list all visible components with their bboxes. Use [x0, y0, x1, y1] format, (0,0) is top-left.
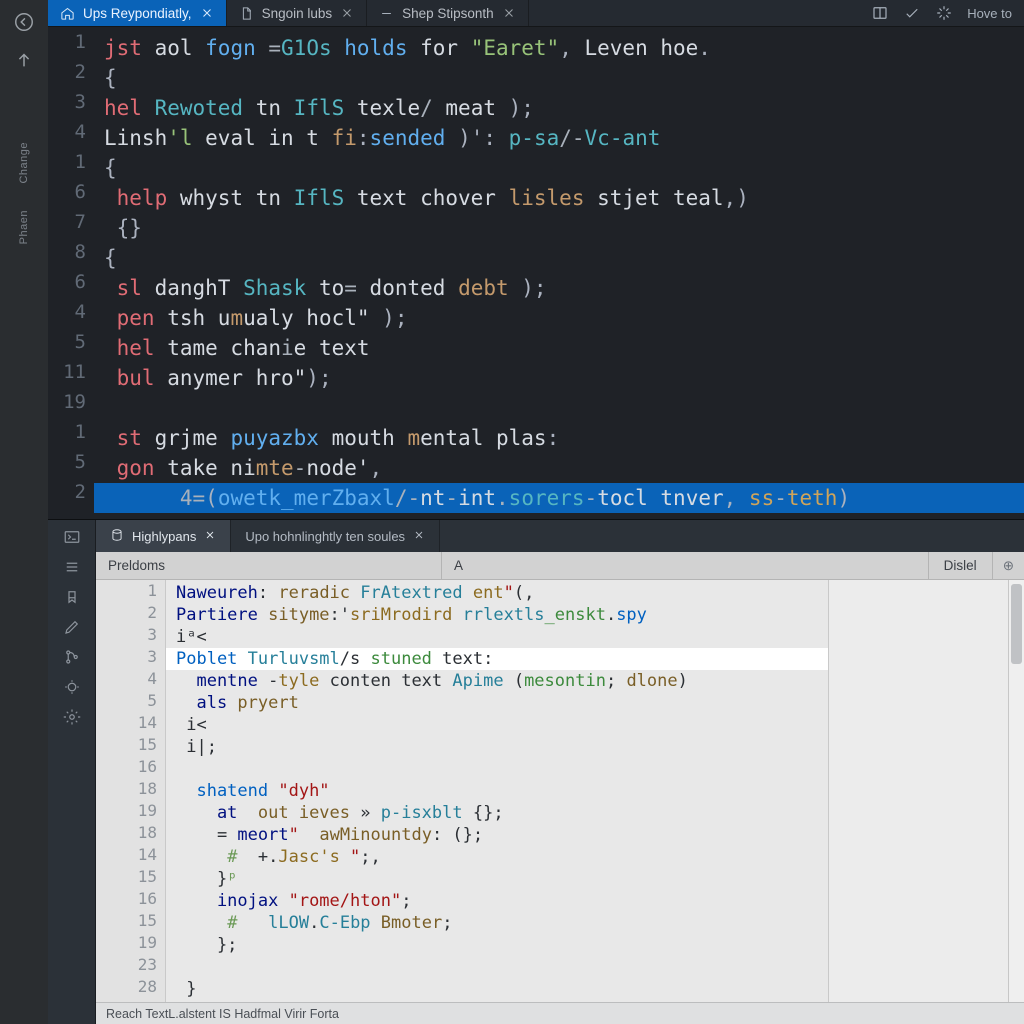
close-icon[interactable] — [502, 6, 516, 20]
editor-dark[interactable]: 123416786451119152 jst aol fogn =G1Os ho… — [48, 27, 1024, 519]
close-icon[interactable] — [413, 529, 425, 544]
bookmark-icon[interactable] — [61, 584, 83, 610]
panel-editor[interactable]: 12334514151618191814151615192328 Naweure… — [96, 580, 1024, 1002]
close-icon[interactable] — [204, 529, 216, 544]
editor-tab-strip: Ups Reypondiatly, Sngoin lubs Shep Stips… — [48, 0, 1024, 27]
scrollbar[interactable] — [1008, 580, 1024, 1002]
db-icon — [110, 528, 124, 545]
status-bar: Reach TextL.alstent IS Hadfmal Virir For… — [96, 1002, 1024, 1024]
expand-icon[interactable]: ⊕ — [1003, 558, 1014, 574]
panel-tab-1[interactable]: Highlypans — [96, 520, 231, 552]
status-text: Reach TextL.alstent IS Hadfmal Virir For… — [106, 1007, 339, 1021]
side-label-1: Change — [18, 142, 30, 184]
close-icon[interactable] — [200, 6, 214, 20]
dash-icon — [379, 6, 394, 21]
lower-panel: Highlypans Upo hohnlinghtly ten soules P… — [48, 519, 1024, 1024]
editor-tab-3[interactable]: Shep Stipsonth — [367, 0, 529, 26]
col-header-3[interactable]: Dislel — [929, 552, 993, 579]
code-body[interactable]: Naweureh: reradic FrAtextred ent"(,Parti… — [166, 580, 828, 1002]
upload-icon[interactable] — [10, 46, 38, 74]
col-header-1[interactable]: Preldoms — [96, 552, 442, 579]
panel-tab-label: Upo hohnlinghtly ten soules — [245, 529, 405, 544]
debug-icon[interactable] — [61, 674, 83, 700]
check-icon[interactable] — [903, 4, 921, 22]
tab-label: Sngoin lubs — [262, 6, 333, 21]
panel-tab-label: Highlypans — [132, 529, 196, 544]
file-icon — [239, 6, 254, 21]
panel-tab-strip: Highlypans Upo hohnlinghtly ten soules — [96, 520, 1024, 552]
terminal-icon[interactable] — [61, 524, 83, 550]
panel-side-strip — [48, 520, 96, 1024]
side-label-2: Phaen — [18, 210, 30, 244]
tab-label: Ups Reypondiatly, — [83, 6, 192, 21]
gear-icon[interactable] — [61, 704, 83, 730]
list-icon[interactable] — [61, 554, 83, 580]
home-icon — [60, 6, 75, 21]
sparkle-icon[interactable] — [935, 4, 953, 22]
activity-bar: Change Phaen — [0, 0, 48, 1024]
split-icon[interactable] — [871, 4, 889, 22]
back-icon[interactable] — [10, 8, 38, 36]
code-body[interactable]: jst aol fogn =G1Os holds for "Earet", Le… — [94, 27, 1024, 519]
panel-columns-header: Preldoms A Dislel ⊕ — [96, 552, 1024, 580]
editor-tab-2[interactable]: Sngoin lubs — [227, 0, 368, 26]
branch-icon[interactable] — [61, 644, 83, 670]
col-header-2[interactable]: A — [442, 552, 929, 579]
close-icon[interactable] — [340, 6, 354, 20]
panel-tab-2[interactable]: Upo hohnlinghtly ten soules — [231, 520, 440, 552]
gutter: 123416786451119152 — [48, 27, 94, 519]
gutter: 12334514151618191814151615192328 — [96, 580, 166, 1002]
tools-label[interactable]: Hove to — [967, 6, 1012, 21]
panel-aux-column — [828, 580, 1008, 1002]
tab-label: Shep Stipsonth — [402, 6, 494, 21]
editor-tab-1[interactable]: Ups Reypondiatly, — [48, 0, 227, 26]
edit-icon[interactable] — [61, 614, 83, 640]
tab-tools: Hove to — [859, 0, 1024, 26]
